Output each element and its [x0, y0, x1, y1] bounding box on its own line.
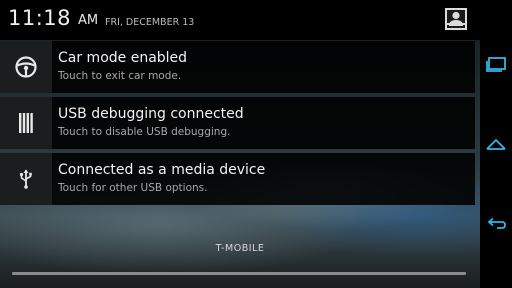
notification-icon-box: [0, 41, 52, 93]
notification-icon-box: [0, 153, 52, 205]
notification-media-device[interactable]: Connected as a media device Touch for ot…: [0, 153, 475, 205]
navigation-bar: [480, 0, 512, 288]
usb-icon: [19, 169, 32, 189]
quick-settings-icon[interactable]: [443, 7, 469, 31]
notification-title: Connected as a media device: [58, 162, 266, 178]
notification-title: USB debugging connected: [58, 106, 244, 122]
notification-subtitle: Touch for other USB options.: [58, 182, 208, 194]
shade-drag-handle[interactable]: [12, 272, 466, 275]
status-header: 11:18 AM FRI, DECEMBER 13: [0, 0, 480, 40]
date-label: FRI, DECEMBER 13: [105, 17, 195, 28]
usb-debug-icon: [19, 113, 33, 133]
notification-usb-debugging[interactable]: USB debugging connected Touch to disable…: [0, 97, 475, 149]
notification-icon-box: [0, 97, 52, 149]
notification-subtitle: Touch to exit car mode.: [58, 70, 182, 82]
notification-title: Car mode enabled: [58, 50, 188, 66]
clock-ampm: AM: [78, 13, 99, 28]
home-icon[interactable]: [484, 132, 508, 156]
back-icon[interactable]: [484, 212, 508, 236]
steering-wheel-icon: [15, 56, 37, 78]
notification-shade: 11:18 AM FRI, DECEMBER 13 Car mode enabl: [0, 0, 480, 288]
clock-time: 11:18: [8, 6, 72, 30]
carrier-label: T-MOBILE: [215, 243, 265, 254]
notification-subtitle: Touch to disable USB debugging.: [58, 126, 231, 138]
recent-apps-icon[interactable]: [484, 52, 508, 76]
notification-car-mode[interactable]: Car mode enabled Touch to exit car mode.: [0, 41, 475, 93]
